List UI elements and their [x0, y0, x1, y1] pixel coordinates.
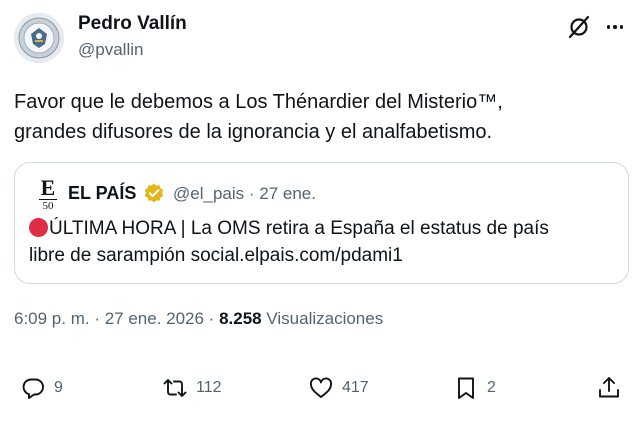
- grok-button[interactable]: [566, 14, 592, 40]
- action-bar: 9 112 417 2: [0, 372, 641, 404]
- bookmark-count: 2: [487, 379, 496, 396]
- more-icon: [606, 25, 611, 29]
- grok-icon: [568, 15, 590, 39]
- retweet-icon: [163, 379, 187, 397]
- quoted-tweet[interactable]: E 50 EL PAÍS @el_pais · 27 ene. ÚLTIMA H…: [14, 162, 629, 284]
- like-button[interactable]: 417: [308, 372, 369, 404]
- author-avatar[interactable]: [14, 13, 64, 63]
- quoted-logo-number: 50: [39, 199, 57, 212]
- retweet-button[interactable]: 112: [162, 372, 222, 404]
- tweet-line-1: Favor que le debemos a Los Thénardier de…: [14, 91, 503, 113]
- heart-icon: [310, 377, 332, 398]
- bookmark-icon: [458, 377, 474, 399]
- quoted-avatar[interactable]: E 50: [35, 177, 61, 213]
- timestamp[interactable]: 6:09 p. m. · 27 ene. 2026 ·: [14, 309, 219, 328]
- like-count: 417: [342, 379, 369, 396]
- quoted-author-name[interactable]: EL PAÍS: [68, 183, 136, 204]
- reply-count: 9: [54, 379, 63, 396]
- tweet-text: Favor que le debemos a Los Thénardier de…: [14, 87, 614, 147]
- reply-icon: [22, 378, 44, 399]
- author-handle[interactable]: @pvallin: [78, 40, 143, 60]
- verified-badge-icon: [144, 183, 164, 203]
- quoted-text: ÚLTIMA HORA | La OMS retira a España el …: [29, 215, 619, 269]
- quoted-logo-letter: E: [40, 175, 56, 200]
- quoted-line-1: ÚLTIMA HORA | La OMS retira a España el …: [29, 215, 619, 242]
- more-icon-dot: [613, 25, 617, 29]
- share-icon: [599, 377, 619, 398]
- more-icon-dot: [619, 25, 624, 29]
- more-button[interactable]: [602, 14, 628, 40]
- author-name[interactable]: Pedro Vallín: [78, 13, 187, 35]
- tweet-line-2: grandes difusores de la ignorancia y el …: [14, 121, 493, 143]
- bookmark-button[interactable]: 2: [453, 372, 496, 404]
- views-count: 8.258: [219, 309, 262, 328]
- quoted-handle-time: @el_pais · 27 ene.: [173, 184, 316, 203]
- retweet-count: 112: [196, 379, 222, 396]
- quoted-line-1-text: ÚLTIMA HORA | La OMS retira a España el …: [49, 218, 549, 239]
- red-circle-icon: [29, 218, 48, 237]
- quoted-line-2: libre de sarampión social.elpais.com/pda…: [29, 245, 403, 266]
- share-button[interactable]: [596, 372, 622, 404]
- tweet-meta: 6:09 p. m. · 27 ene. 2026 · 8.258 Visual…: [14, 309, 383, 329]
- views-label: Visualizaciones: [261, 309, 384, 328]
- reply-button[interactable]: 9: [20, 372, 63, 404]
